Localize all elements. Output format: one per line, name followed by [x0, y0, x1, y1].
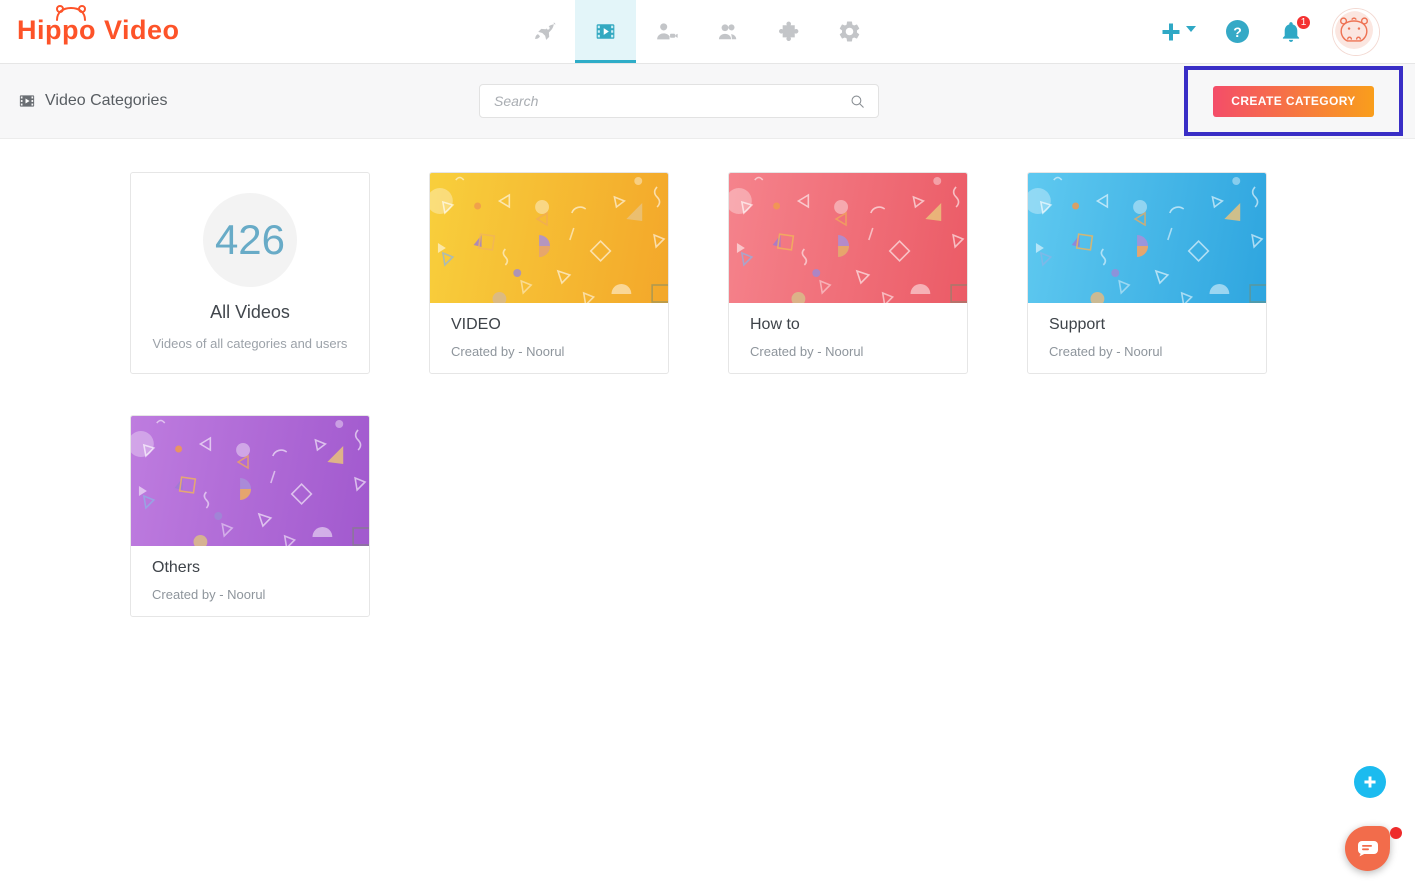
category-card-body: Support Created by - Noorul [1028, 303, 1266, 359]
help-button[interactable]: ? [1226, 20, 1249, 43]
chat-bubble-icon [1357, 840, 1379, 857]
hippo-avatar-icon [1335, 11, 1373, 49]
category-created-by: Created by - Noorul [1049, 344, 1245, 359]
topbar-actions: ? 1 [1159, 0, 1379, 63]
page-header-bar: Video Categories CREATE CATEGORY [0, 64, 1415, 139]
top-navigation-bar: Hippo Video [0, 0, 1415, 64]
annotation-highlight-box: CREATE CATEGORY [1184, 66, 1403, 136]
search-box [479, 84, 879, 118]
tab-integrations[interactable] [758, 0, 819, 63]
category-card-body: Others Created by - Noorul [131, 546, 369, 602]
category-thumbnail [131, 416, 369, 546]
page-title: Video Categories [18, 64, 167, 138]
category-thumbnail [1028, 173, 1266, 303]
category-card-body: VIDEO Created by - Noorul [430, 303, 668, 359]
search-icon [849, 93, 866, 110]
search-input[interactable] [492, 92, 849, 110]
user-video-icon [654, 19, 679, 44]
video-count: 426 [215, 216, 285, 264]
chat-widget-button[interactable] [1345, 826, 1390, 871]
all-videos-card[interactable]: 426 All Videos Videos of all categories … [130, 172, 370, 374]
plus-icon [1159, 20, 1183, 44]
category-created-by: Created by - Noorul [451, 344, 647, 359]
category-title: Support [1049, 316, 1245, 334]
all-videos-title: All Videos [210, 302, 290, 323]
confetti-pattern-icon [729, 173, 967, 303]
puzzle-icon [776, 19, 801, 44]
category-created-by: Created by - Noorul [750, 344, 946, 359]
category-created-by: Created by - Noorul [152, 587, 348, 602]
film-icon [593, 19, 618, 44]
film-strip-icon [18, 92, 36, 110]
add-floating-button[interactable] [1354, 766, 1386, 798]
category-card[interactable]: Support Created by - Noorul [1027, 172, 1267, 374]
tab-contacts[interactable] [697, 0, 758, 63]
gear-icon [837, 19, 862, 44]
video-count-circle: 426 [203, 193, 297, 287]
plus-icon [1363, 775, 1377, 789]
question-mark-icon: ? [1233, 24, 1242, 40]
confetti-pattern-icon [430, 173, 668, 303]
create-category-button[interactable]: CREATE CATEGORY [1213, 86, 1374, 117]
category-grid: 426 All Videos Videos of all categories … [130, 172, 1267, 617]
notification-badge: 1 [1296, 15, 1311, 30]
category-card-body: How to Created by - Noorul [729, 303, 967, 359]
main-nav-tabs [514, 0, 880, 63]
category-title: Others [152, 559, 348, 577]
brand-name: Hippo Video [17, 13, 180, 48]
create-menu-button[interactable] [1159, 20, 1196, 44]
hippo-head-doodle-icon [53, 3, 89, 21]
user-avatar[interactable] [1333, 9, 1379, 55]
hippo-video-logo[interactable]: Hippo Video [17, 13, 180, 48]
user-headset-icon [715, 19, 740, 44]
category-thumbnail [430, 173, 668, 303]
category-title: How to [750, 316, 946, 334]
chat-notification-dot [1390, 827, 1402, 839]
tab-getting-started[interactable] [514, 0, 575, 63]
confetti-pattern-icon [131, 416, 369, 546]
category-title: VIDEO [451, 316, 647, 334]
tab-video-categories[interactable] [575, 0, 636, 63]
category-card[interactable]: How to Created by - Noorul [728, 172, 968, 374]
page-title-label: Video Categories [45, 92, 167, 110]
confetti-pattern-icon [1028, 173, 1266, 303]
category-card[interactable]: Others Created by - Noorul [130, 415, 370, 617]
category-thumbnail [729, 173, 967, 303]
all-videos-description: Videos of all categories and users [153, 336, 348, 351]
category-card[interactable]: VIDEO Created by - Noorul [429, 172, 669, 374]
notifications-button[interactable]: 1 [1279, 20, 1303, 44]
tab-settings[interactable] [819, 0, 880, 63]
tab-my-videos[interactable] [636, 0, 697, 63]
rocket-icon [532, 19, 557, 44]
chevron-down-icon [1186, 26, 1196, 32]
